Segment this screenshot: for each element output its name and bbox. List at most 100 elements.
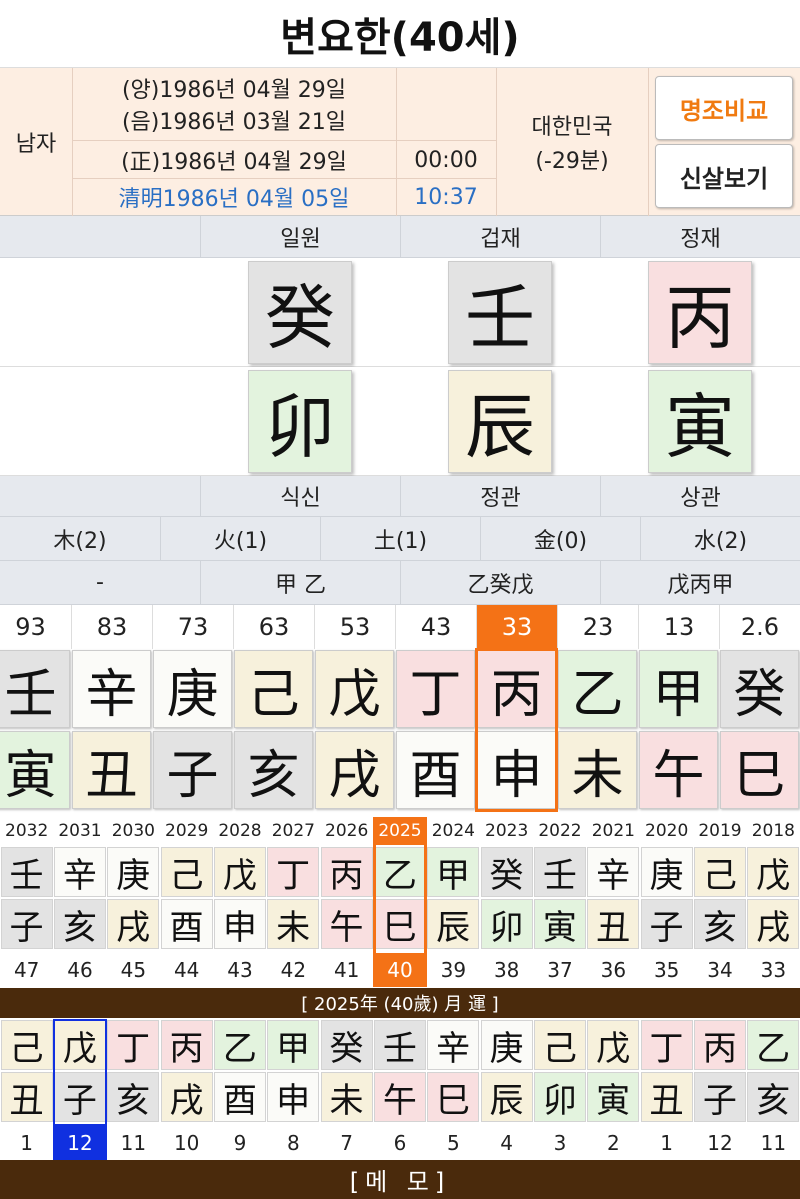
year-label[interactable]: 2026 (320, 817, 373, 845)
monthly-branch[interactable]: 子 (693, 1072, 746, 1122)
monthly-stem[interactable]: 丁 (640, 1020, 693, 1070)
yearly-age[interactable]: 44 (160, 953, 213, 987)
monthly-branch[interactable]: 申 (267, 1072, 320, 1122)
daeun-branch[interactable]: 未 (558, 731, 637, 809)
memo-button[interactable]: [메 모] (0, 1160, 800, 1199)
monthly-stem[interactable]: 戊 (53, 1020, 106, 1070)
yearly-branch[interactable]: 子 (640, 899, 693, 949)
yearly-age[interactable]: 34 (693, 953, 746, 987)
pillar-stem[interactable]: 丙 (648, 261, 752, 364)
monthly-branch[interactable]: 午 (373, 1072, 426, 1122)
yearly-branch[interactable]: 酉 (160, 899, 213, 949)
yearly-branch[interactable]: 寅 (533, 899, 586, 949)
yearly-age[interactable]: 40 (373, 953, 427, 987)
monthly-branch[interactable]: 辰 (480, 1072, 533, 1122)
daeun-stem[interactable]: 壬 (0, 650, 70, 728)
monthly-month[interactable]: 3 (533, 1126, 586, 1160)
monthly-branch[interactable]: 亥 (747, 1072, 800, 1122)
monthly-stem[interactable]: 己 (533, 1020, 586, 1070)
yearly-age[interactable]: 39 (427, 953, 480, 987)
yearly-age[interactable]: 38 (480, 953, 533, 987)
yearly-age[interactable]: 43 (213, 953, 266, 987)
daeun-branch[interactable]: 子 (153, 731, 232, 809)
monthly-branch[interactable]: 巳 (427, 1072, 480, 1122)
monthly-month[interactable]: 10 (160, 1126, 213, 1160)
yearly-stem[interactable]: 丁 (267, 847, 320, 897)
daeun-stem[interactable]: 庚 (153, 650, 232, 728)
yearly-branch[interactable]: 未 (267, 899, 320, 949)
monthly-month[interactable]: 1 (0, 1126, 53, 1160)
monthly-month[interactable]: 6 (373, 1126, 426, 1160)
monthly-stem[interactable]: 甲 (267, 1020, 320, 1070)
daeun-branch[interactable]: 巳 (720, 731, 799, 809)
yearly-branch[interactable]: 亥 (693, 899, 746, 949)
monthly-stem[interactable]: 戊 (587, 1020, 640, 1070)
year-label[interactable]: 2028 (213, 817, 266, 845)
daeun-age[interactable]: 43 (395, 605, 476, 649)
year-label[interactable]: 2019 (693, 817, 746, 845)
daeun-age[interactable]: 93 (0, 605, 71, 649)
monthly-branch[interactable]: 寅 (587, 1072, 640, 1122)
year-label[interactable]: 2031 (53, 817, 106, 845)
monthly-stem[interactable]: 丙 (160, 1020, 213, 1070)
daeun-age[interactable]: 53 (314, 605, 395, 649)
yearly-branch[interactable]: 午 (320, 899, 373, 949)
monthly-branch[interactable]: 酉 (213, 1072, 266, 1122)
yearly-stem[interactable]: 壬 (533, 847, 586, 897)
daeun-age[interactable]: 33 (476, 605, 557, 649)
yearly-stem[interactable]: 丙 (320, 847, 373, 897)
monthly-stem[interactable]: 乙 (747, 1020, 800, 1070)
yearly-branch[interactable]: 子 (0, 899, 53, 949)
daeun-stem[interactable]: 己 (234, 650, 313, 728)
monthly-stem[interactable]: 己 (0, 1020, 53, 1070)
year-label[interactable]: 2022 (533, 817, 586, 845)
yearly-branch[interactable]: 巳 (373, 899, 426, 949)
yearly-branch[interactable]: 戌 (107, 899, 160, 949)
year-label[interactable]: 2030 (107, 817, 160, 845)
pillar-stem[interactable]: 癸 (248, 261, 352, 364)
yearly-age[interactable]: 33 (747, 953, 800, 987)
yearly-stem[interactable]: 辛 (53, 847, 106, 897)
yearly-age[interactable]: 35 (640, 953, 693, 987)
daeun-branch[interactable]: 亥 (234, 731, 313, 809)
compare-button[interactable]: 명조비교 (655, 76, 793, 140)
pillar-branch[interactable]: 辰 (448, 370, 552, 473)
monthly-stem[interactable]: 乙 (213, 1020, 266, 1070)
yearly-branch[interactable]: 丑 (587, 899, 640, 949)
monthly-stem[interactable]: 丙 (693, 1020, 746, 1070)
daeun-stem[interactable]: 甲 (639, 650, 718, 728)
year-label[interactable]: 2025 (373, 817, 427, 845)
monthly-month[interactable]: 8 (267, 1126, 320, 1160)
pillar-branch[interactable]: 卯 (248, 370, 352, 473)
year-label[interactable]: 2027 (267, 817, 320, 845)
year-label[interactable]: 2032 (0, 817, 53, 845)
monthly-month[interactable]: 12 (53, 1126, 107, 1160)
monthly-stem[interactable]: 庚 (480, 1020, 533, 1070)
yearly-branch[interactable]: 卯 (480, 899, 533, 949)
yearly-age[interactable]: 37 (533, 953, 586, 987)
monthly-month[interactable]: 4 (480, 1126, 533, 1160)
daeun-stem[interactable]: 丁 (396, 650, 475, 728)
yearly-stem[interactable]: 癸 (480, 847, 533, 897)
yearly-branch[interactable]: 申 (213, 899, 266, 949)
year-label[interactable]: 2021 (587, 817, 640, 845)
monthly-branch[interactable]: 子 (53, 1072, 106, 1122)
monthly-month[interactable]: 11 (107, 1126, 160, 1160)
monthly-month[interactable]: 7 (320, 1126, 373, 1160)
monthly-month[interactable]: 11 (747, 1126, 800, 1160)
daeun-stem[interactable]: 丙 (477, 650, 556, 728)
year-label[interactable]: 2023 (480, 817, 533, 845)
yearly-age[interactable]: 47 (0, 953, 53, 987)
monthly-month[interactable]: 12 (693, 1126, 746, 1160)
yearly-stem[interactable]: 乙 (373, 847, 426, 897)
monthly-stem[interactable]: 癸 (320, 1020, 373, 1070)
monthly-month[interactable]: 5 (427, 1126, 480, 1160)
daeun-age[interactable]: 83 (71, 605, 152, 649)
yearly-stem[interactable]: 庚 (640, 847, 693, 897)
yearly-stem[interactable]: 庚 (107, 847, 160, 897)
daeun-stem[interactable]: 戊 (315, 650, 394, 728)
year-label[interactable]: 2020 (640, 817, 693, 845)
yearly-age[interactable]: 42 (267, 953, 320, 987)
daeun-branch[interactable]: 戌 (315, 731, 394, 809)
monthly-month[interactable]: 9 (213, 1126, 266, 1160)
